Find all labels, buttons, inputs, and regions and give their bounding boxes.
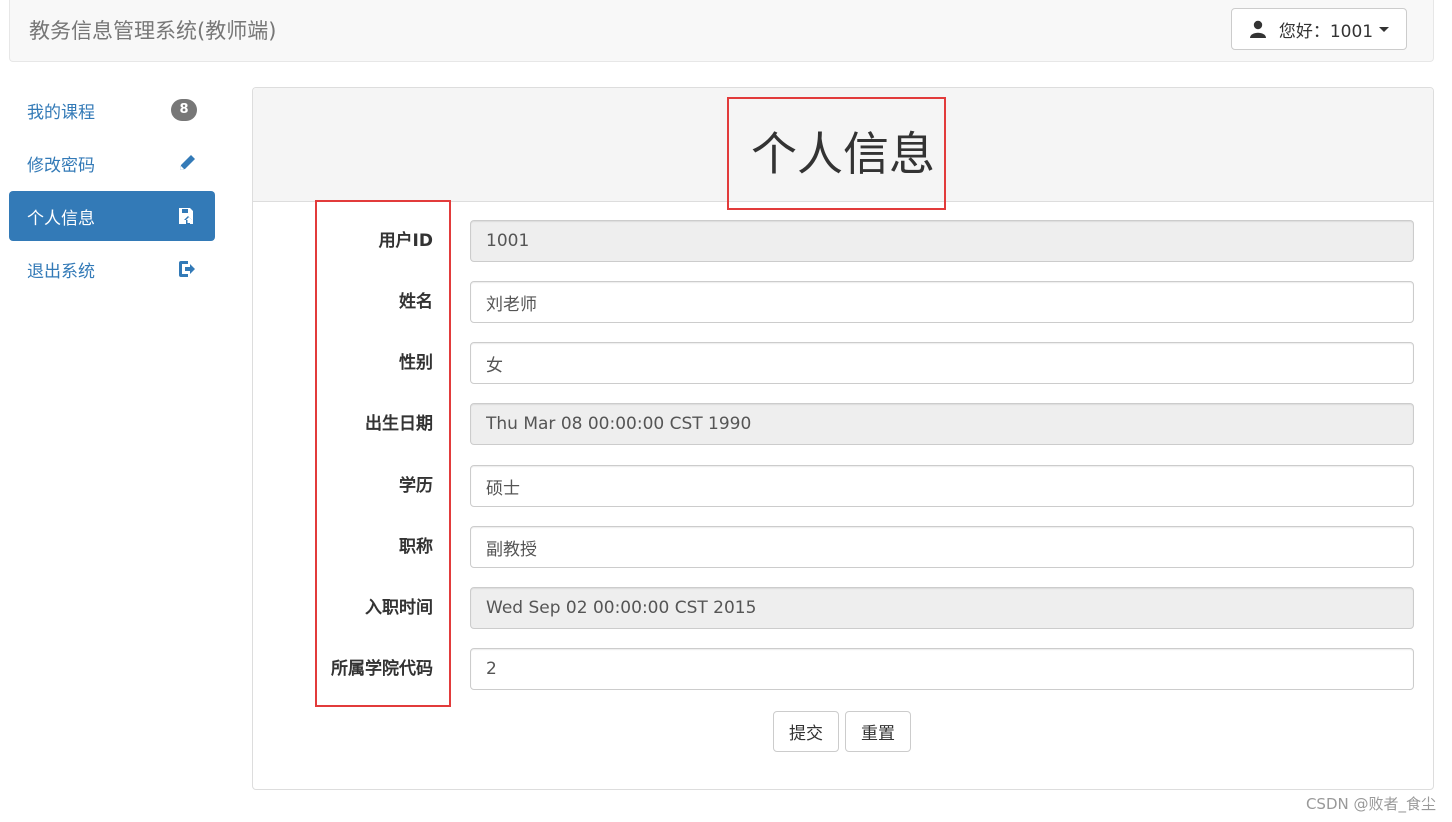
user-id-label: 用户ID	[378, 231, 433, 251]
hire-date-label: 入职时间	[365, 598, 433, 618]
course-count-badge: 8	[171, 99, 197, 121]
user-id-input[interactable]	[470, 220, 1414, 262]
education-label: 学历	[399, 476, 433, 496]
gender-input[interactable]	[470, 342, 1414, 384]
page-title: 个人信息	[751, 127, 935, 181]
panel-heading: 个人信息	[253, 88, 1433, 202]
form-row-college-code: 所属学院代码	[253, 648, 1435, 690]
title-input[interactable]	[470, 526, 1414, 568]
college-code-label: 所属学院代码	[331, 659, 433, 679]
form-row-user-id: 用户ID	[253, 220, 1435, 262]
top-navbar: 教务信息管理系统(教师端) 您好：1001	[9, 0, 1434, 62]
sidebar-item-label: 个人信息	[27, 208, 95, 229]
form-row-title: 职称	[253, 526, 1435, 568]
birth-date-input[interactable]	[470, 403, 1414, 445]
hire-date-input[interactable]	[470, 587, 1414, 629]
submit-button[interactable]: 提交	[773, 711, 839, 752]
user-greeting: 您好：1001	[1278, 21, 1374, 42]
watermark: CSDN @败者_食尘	[1305, 795, 1436, 813]
pencil-icon	[180, 155, 195, 170]
college-code-input[interactable]	[470, 648, 1414, 690]
sidebar-item-personal-info[interactable]: 个人信息	[9, 191, 215, 241]
app-brand[interactable]: 教务信息管理系统(教师端)	[29, 15, 276, 45]
name-label: 姓名	[399, 292, 433, 312]
sidebar-item-logout[interactable]: 退出系统	[9, 244, 215, 294]
gender-label: 性别	[399, 353, 433, 373]
user-dropdown-button[interactable]: 您好：1001	[1231, 8, 1407, 50]
education-input[interactable]	[470, 465, 1414, 507]
birth-date-label: 出生日期	[365, 414, 433, 434]
sidebar: 我的课程 8 修改密码 个人信息 退出系统	[9, 85, 215, 297]
chevron-down-icon	[1379, 26, 1390, 32]
name-input[interactable]	[470, 281, 1414, 323]
personal-info-panel: 个人信息 用户ID 姓名 性别 出生日期 学历 职称 入职时间 所属学院代码 提…	[252, 87, 1434, 790]
sidebar-item-change-password[interactable]: 修改密码	[9, 138, 215, 188]
reset-button[interactable]: 重置	[845, 711, 911, 752]
save-icon	[179, 208, 193, 224]
form-row-name: 姓名	[253, 281, 1435, 323]
logout-icon	[179, 261, 195, 277]
title-label: 职称	[399, 537, 433, 557]
form-row-gender: 性别	[253, 342, 1435, 384]
sidebar-item-my-courses[interactable]: 我的课程 8	[9, 85, 215, 135]
user-icon	[1249, 20, 1266, 38]
form-row-education: 学历	[253, 465, 1435, 507]
form-row-birth-date: 出生日期	[253, 403, 1435, 445]
sidebar-item-label: 退出系统	[27, 261, 95, 282]
sidebar-item-label: 我的课程	[27, 102, 95, 123]
form-row-hire-date: 入职时间	[253, 587, 1435, 629]
sidebar-item-label: 修改密码	[27, 155, 95, 176]
